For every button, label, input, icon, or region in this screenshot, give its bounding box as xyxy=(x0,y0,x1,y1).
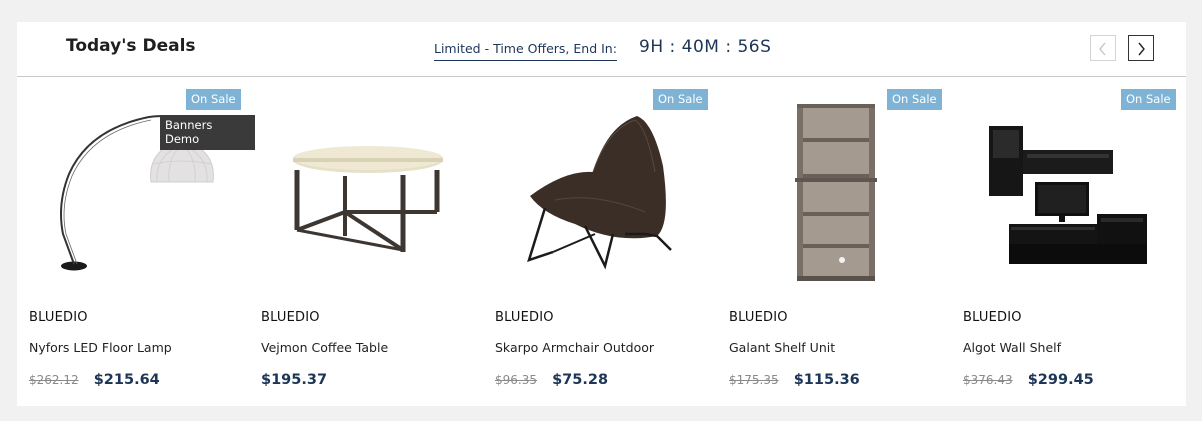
product-prices: $195.37 xyxy=(261,369,327,388)
old-price: $376.43 xyxy=(963,373,1013,387)
coffee-table-image xyxy=(293,146,443,252)
chevron-right-icon xyxy=(1138,42,1145,56)
product-card[interactable]: BLUEDIO Vejmon Coffee Table $195.37 xyxy=(261,84,487,400)
deals-panel: Today's Deals Limited - Time Offers, End… xyxy=(17,22,1186,406)
old-price: $96.35 xyxy=(495,373,537,387)
wall-shelf-image xyxy=(989,126,1147,264)
offer-label[interactable]: Limited - Time Offers, End In: xyxy=(434,41,617,61)
product-brand[interactable]: BLUEDIO xyxy=(963,310,1022,325)
product-image[interactable]: On Sale xyxy=(729,84,955,294)
product-name[interactable]: Vejmon Coffee Table xyxy=(261,340,388,355)
current-price: $215.64 xyxy=(93,372,160,388)
product-card[interactable]: On Sale Banners Demo BLUEDIO Nyfors LED … xyxy=(29,84,255,400)
product-card[interactable]: On Sale BLUEDIO Algot Wall Shelf $376.43… xyxy=(963,84,1189,400)
product-card[interactable]: On Sale BLUEDIO Galant Shelf Unit $175.3… xyxy=(729,84,955,400)
shelf-unit-image xyxy=(795,104,877,281)
product-image[interactable]: On Sale Banners Demo xyxy=(29,84,255,294)
product-image[interactable]: On Sale xyxy=(495,84,721,294)
countdown-timer: 9H : 40M : 56S xyxy=(639,37,772,57)
product-brand[interactable]: BLUEDIO xyxy=(729,310,788,325)
current-price: $195.37 xyxy=(261,372,328,388)
product-image[interactable] xyxy=(261,84,487,294)
product-brand[interactable]: BLUEDIO xyxy=(495,310,554,325)
product-name[interactable]: Nyfors LED Floor Lamp xyxy=(29,340,172,355)
product-prices: $175.35 $115.36 xyxy=(729,369,860,388)
product-prices: $262.12 $215.64 xyxy=(29,369,160,388)
next-button[interactable] xyxy=(1128,35,1154,61)
product-brand[interactable]: BLUEDIO xyxy=(261,310,320,325)
product-name[interactable]: Algot Wall Shelf xyxy=(963,340,1061,355)
product-image[interactable]: On Sale xyxy=(963,84,1189,294)
armchair-image xyxy=(527,116,672,270)
sale-badge: On Sale xyxy=(186,89,241,110)
current-price: $115.36 xyxy=(793,372,860,388)
product-name[interactable]: Skarpo Armchair Outdoor xyxy=(495,340,654,355)
banners-demo-tooltip: Banners Demo xyxy=(160,115,255,150)
current-price: $75.28 xyxy=(552,372,609,388)
prev-button[interactable] xyxy=(1090,35,1116,61)
old-price: $262.12 xyxy=(29,373,79,387)
sale-badge: On Sale xyxy=(1121,89,1176,110)
deals-header: Today's Deals Limited - Time Offers, End… xyxy=(17,22,1186,77)
product-prices: $376.43 $299.45 xyxy=(963,369,1094,388)
product-card[interactable]: On Sale BLUEDIO Skarpo Armchair Outdoor … xyxy=(495,84,721,400)
chevron-left-icon xyxy=(1099,42,1106,56)
product-name[interactable]: Galant Shelf Unit xyxy=(729,340,835,355)
current-price: $299.45 xyxy=(1027,372,1094,388)
sale-badge: On Sale xyxy=(653,89,708,110)
sale-badge: On Sale xyxy=(887,89,942,110)
product-brand[interactable]: BLUEDIO xyxy=(29,310,88,325)
old-price: $175.35 xyxy=(729,373,779,387)
product-prices: $96.35 $75.28 xyxy=(495,369,608,388)
section-title: Today's Deals xyxy=(66,36,196,56)
